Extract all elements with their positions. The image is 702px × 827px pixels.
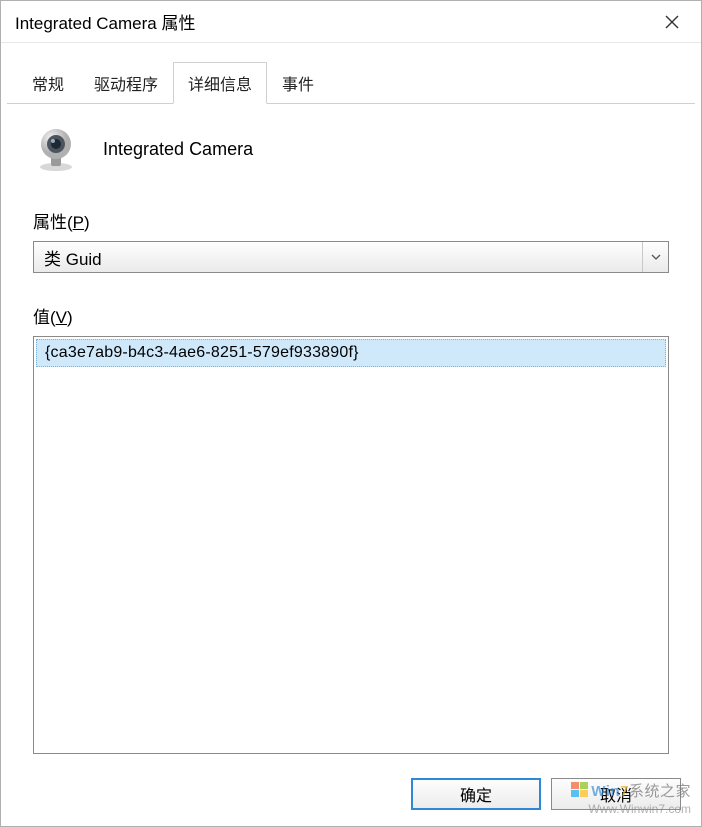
device-name: Integrated Camera [103,139,253,160]
tab-panel-details: Integrated Camera 属性(P) 类 Guid 值(V) {ca3… [7,103,695,764]
tab-events[interactable]: 事件 [267,62,329,104]
close-button[interactable] [647,1,697,42]
property-dropdown[interactable]: 类 Guid [33,241,669,273]
tab-driver[interactable]: 驱动程序 [79,62,173,104]
value-listbox[interactable]: {ca3e7ab9-b4c3-4ae6-8251-579ef933890f} [33,336,669,754]
ok-button[interactable]: 确定 [411,778,541,810]
titlebar: Integrated Camera 属性 [1,1,701,43]
property-selected-value: 类 Guid [44,245,102,270]
value-item[interactable]: {ca3e7ab9-b4c3-4ae6-8251-579ef933890f} [36,339,666,367]
properties-dialog: Integrated Camera 属性 常规 驱动程序 详细信息 事件 [0,0,702,827]
value-label: 值(V) [33,303,669,328]
button-row: 确定 取消 [7,764,695,820]
chevron-down-icon [642,242,668,272]
cancel-button[interactable]: 取消 [551,778,681,810]
close-icon [665,15,679,29]
window-title: Integrated Camera 属性 [15,9,647,34]
content-area: 常规 驱动程序 详细信息 事件 [1,43,701,826]
tab-general[interactable]: 常规 [17,62,79,104]
device-header: Integrated Camera [33,126,669,172]
property-label: 属性(P) [33,208,669,233]
tab-details[interactable]: 详细信息 [173,62,267,104]
tab-strip: 常规 驱动程序 详细信息 事件 [7,61,695,103]
camera-icon [33,126,79,172]
